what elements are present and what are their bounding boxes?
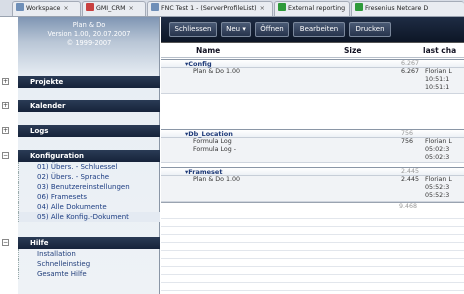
grid-header: Name Size last cha: [161, 43, 464, 58]
column-size[interactable]: Size: [344, 43, 361, 58]
sidebar-section-kalender[interactable]: + Kalender: [2, 100, 160, 112]
empty-row: [161, 243, 464, 251]
column-last-changed[interactable]: last cha: [423, 43, 456, 58]
empty-row: [161, 227, 464, 235]
sidebar-section-konfiguration: − Konfiguration 01) Übers. - Schluessel 0…: [2, 150, 160, 222]
empty-row: [161, 211, 464, 219]
sidebar-item-benutzereinstellungen[interactable]: 03) Benutzereinstellungen: [18, 182, 160, 192]
empty-row: [161, 251, 464, 259]
sidebar-item-uebers-sprache[interactable]: 02) Übers. - Sprache: [18, 172, 160, 182]
tab-label: Fresenius Netcare D: [365, 5, 429, 12]
total-row: 9.468: [161, 202, 464, 211]
total-size: 9.468: [399, 203, 418, 210]
print-button[interactable]: Drucken: [349, 22, 391, 37]
tab-label: Workspace: [26, 5, 61, 12]
close-icon[interactable]: ×: [63, 5, 68, 12]
close-icon[interactable]: ×: [260, 5, 265, 12]
tab-label: External reporting: [288, 5, 346, 12]
expand-icon[interactable]: +: [2, 127, 9, 134]
sidebar-header-kalender[interactable]: + Kalender: [2, 100, 160, 112]
sidebar-item-framesets[interactable]: 06) Framesets: [18, 192, 160, 202]
browser-tab-fresenius[interactable]: Fresenius Netcare D: [351, 1, 464, 16]
sidebar-item-gesamte-hilfe[interactable]: Gesamte Hilfe: [18, 269, 160, 279]
collapse-icon[interactable]: −: [2, 152, 9, 159]
document-icon: [151, 3, 159, 11]
empty-row: [161, 275, 464, 283]
sidebar-item-alle-konfig-dokument[interactable]: 05) Alle Konfig.-Dokument: [18, 212, 160, 222]
report-icon: [355, 3, 363, 11]
table-row[interactable]: Formula Log Formula Log - 756 Florian L …: [161, 138, 464, 163]
sidebar-item-uebers-schluessel[interactable]: 01) Übers. - Schluessel: [18, 162, 160, 172]
workspace-icon: [16, 3, 24, 11]
empty-row: [161, 267, 464, 275]
group-row-db-location[interactable]: ▾Db_Location 756: [161, 129, 464, 138]
sidebar-item-installation[interactable]: Installation: [18, 249, 160, 259]
app-logo: Plan & Do Version 1.00, 20.07.2007 © 199…: [18, 17, 160, 48]
new-button[interactable]: Neu ▾: [221, 22, 251, 37]
close-button[interactable]: Schliessen: [169, 22, 217, 37]
browser-tab-gmi-crm[interactable]: GMI_CRM ×: [82, 1, 146, 16]
browser-tab-bar: Workspace × GMI_CRM × FNC Test 1 - (Server…: [0, 0, 464, 17]
edit-button[interactable]: Bearbeiten: [293, 22, 345, 37]
empty-row: [161, 283, 464, 291]
action-toolbar: Schliessen Neu ▾ Öffnen Bearbeiten Druck…: [161, 17, 464, 43]
browser-tab-fnc-test[interactable]: FNC Test 1 - (ServerProfileList) ×: [147, 1, 273, 16]
document-grid: Name Size last cha ▾Config 6.267 Plan & …: [161, 43, 464, 294]
app-copyright: © 1999-2007: [66, 39, 112, 47]
table-row[interactable]: Plan & Do 1.00 6.267 Florian L 10:51:1 1…: [161, 68, 464, 94]
close-icon[interactable]: ×: [129, 5, 134, 12]
open-button[interactable]: Öffnen: [255, 22, 289, 37]
expand-icon[interactable]: +: [2, 78, 9, 85]
sidebar-header-konfiguration[interactable]: − Konfiguration: [2, 150, 160, 162]
sidebar-header-projekte[interactable]: + Projekte: [2, 76, 160, 88]
report-icon: [278, 3, 286, 11]
empty-row: [161, 219, 464, 227]
sidebar-section-projekte[interactable]: + Projekte: [2, 76, 160, 88]
browser-tab-external-reporting[interactable]: External reporting×: [274, 1, 350, 16]
sidebar-item-alle-dokumente[interactable]: 04) Alle Dokumente: [18, 202, 160, 212]
close-icon[interactable]: ×: [348, 5, 349, 12]
expand-icon[interactable]: +: [2, 102, 9, 109]
empty-row: [161, 259, 464, 267]
sidebar: Plan & Do Version 1.00, 20.07.2007 © 199…: [2, 17, 160, 294]
sidebar-item-schnelleinstieg[interactable]: Schnelleinstieg: [18, 259, 160, 269]
tab-label: GMI_CRM: [96, 5, 126, 12]
sidebar-header-logs[interactable]: + Logs: [2, 125, 160, 137]
column-name[interactable]: Name: [196, 43, 220, 58]
sidebar-section-hilfe: − Hilfe Installation Schnelleinstieg Gesa…: [2, 237, 160, 279]
flag-icon: [86, 3, 94, 11]
browser-tab-workspace[interactable]: Workspace ×: [12, 1, 81, 16]
empty-row: [161, 235, 464, 243]
sidebar-header-hilfe[interactable]: − Hilfe: [2, 237, 160, 249]
table-row[interactable]: Plan & Do 1.00 2.445 Florian L 05:52:3 0…: [161, 176, 464, 202]
collapse-icon[interactable]: −: [2, 239, 9, 246]
tab-label: FNC Test 1 - (ServerProfileList): [161, 5, 257, 12]
sidebar-section-logs[interactable]: + Logs: [2, 125, 160, 137]
app-version: Version 1.00, 20.07.2007: [47, 30, 131, 38]
group-row-frameset[interactable]: ▾Frameset 2.445: [161, 167, 464, 176]
group-row-config[interactable]: ▾Config 6.267: [161, 59, 464, 68]
app-name: Plan & Do: [72, 21, 106, 29]
